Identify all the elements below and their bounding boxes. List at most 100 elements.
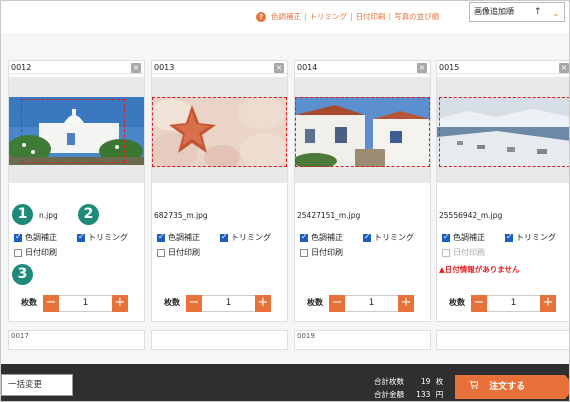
minus-button[interactable]: − <box>186 295 202 312</box>
trimming-checkbox[interactable]: トリミング <box>220 232 271 243</box>
close-icon[interactable]: × <box>274 63 284 73</box>
thumbnail-area <box>295 77 430 183</box>
checkbox-disabled-icon <box>442 248 450 257</box>
date-print-checkbox[interactable]: 日付印刷 <box>300 247 343 258</box>
plus-button[interactable]: + <box>540 295 556 312</box>
date-warning: ▲日付情報がありません <box>439 265 520 274</box>
plus-button[interactable]: + <box>255 295 271 312</box>
checkbox-label: 色調補正 <box>25 233 57 242</box>
quantity-input[interactable]: 1 <box>59 295 112 312</box>
close-icon[interactable]: × <box>559 63 569 73</box>
separator: | <box>304 12 307 21</box>
date-print-checkbox: 日付印刷 <box>442 247 485 258</box>
checkbox-label: トリミング <box>374 233 414 242</box>
thumbnail-area <box>437 77 569 183</box>
close-icon[interactable]: × <box>131 63 141 73</box>
quantity-input[interactable]: 1 <box>345 295 398 312</box>
total-count-row: 合計枚数 19 枚 <box>374 375 443 388</box>
guide-badge-1: 1 <box>12 204 33 225</box>
order-button[interactable]: 注文する <box>455 375 569 399</box>
help-link-date-print[interactable]: 日付印刷 <box>356 11 386 22</box>
close-icon[interactable]: × <box>417 63 427 73</box>
cart-icon <box>469 375 479 399</box>
footer-bar: 一括変更 合計枚数 19 枚 合計金額 133 円 注文する <box>1 364 569 401</box>
photo-card-0014: 0014 × 25427151_m.jpg ✓ 色調補正 ✓ トリミング 日付印… <box>294 60 431 322</box>
checkbox-checked-icon[interactable] <box>442 232 450 242</box>
file-name: 682735_m.jpg <box>154 211 208 220</box>
color-correction-checkbox[interactable]: 色調補正 <box>14 232 57 243</box>
file-name: 25556942_m.jpg <box>439 211 503 220</box>
photo-card-partial <box>436 330 569 350</box>
total-amount-label: 合計金額 <box>374 390 404 399</box>
quantity-input[interactable]: 1 <box>202 295 255 312</box>
color-correction-checkbox[interactable]: 色調補正 <box>442 232 485 243</box>
trim-frame[interactable] <box>439 97 569 167</box>
quantity-label: 枚数 <box>449 298 465 307</box>
trimming-checkbox[interactable]: トリミング <box>363 232 414 243</box>
checkbox-label: 日付印刷 <box>168 248 200 257</box>
thumbnail-area <box>152 77 287 183</box>
checkbox-label: トリミング <box>231 233 271 242</box>
checkbox-label: トリミング <box>88 233 128 242</box>
sort-value: 画像追加順 <box>474 7 514 16</box>
checkbox-checked-icon[interactable] <box>157 232 165 242</box>
checkbox-label: 色調補正 <box>168 233 200 242</box>
plus-button[interactable]: + <box>398 295 414 312</box>
minus-button[interactable]: − <box>329 295 345 312</box>
quantity-stepper: 枚数 − 1 + <box>295 295 432 313</box>
color-correction-checkbox[interactable]: 色調補正 <box>300 232 343 243</box>
separator: | <box>350 12 353 21</box>
photo-card-partial: 0017 <box>8 330 145 350</box>
total-amount-row: 合計金額 133 円 <box>374 388 443 401</box>
photo-number: 0012 <box>9 61 144 74</box>
plus-button[interactable]: + <box>112 295 128 312</box>
checkbox-label: 日付印刷 <box>311 248 343 257</box>
checkbox-unchecked-icon[interactable] <box>157 248 165 257</box>
total-count-label: 合計枚数 <box>374 377 404 386</box>
trimming-checkbox[interactable]: トリミング <box>77 232 128 243</box>
total-count-unit: 枚 <box>435 377 444 386</box>
chevron-down-icon[interactable]: ⌄ <box>552 5 564 19</box>
quantity-input[interactable]: 1 <box>487 295 540 312</box>
checkbox-checked-icon[interactable] <box>220 232 228 242</box>
trim-frame[interactable] <box>21 99 125 163</box>
sort-direction-icon[interactable]: ↑ <box>534 3 542 21</box>
date-print-checkbox[interactable]: 日付印刷 <box>157 247 200 258</box>
quantity-label: 枚数 <box>21 298 37 307</box>
top-bar: ? 色調補正 | トリミング | 日付印刷 | 写真の並び順 画像追加順 ↑ ⌄ <box>1 1 569 33</box>
checkbox-checked-icon[interactable] <box>300 232 308 242</box>
checkbox-label: 色調補正 <box>311 233 343 242</box>
sort-select[interactable]: 画像追加順 ↑ ⌄ <box>469 2 565 22</box>
trimming-checkbox[interactable]: トリミング <box>505 232 556 243</box>
photo-thumbnail[interactable] <box>9 97 144 165</box>
bulk-change-button[interactable]: 一括変更 <box>1 374 73 396</box>
checkbox-unchecked-icon[interactable] <box>14 248 22 257</box>
quantity-stepper: 枚数 − 1 + <box>9 295 146 313</box>
minus-button[interactable]: − <box>43 295 59 312</box>
photo-thumbnail[interactable] <box>152 97 287 167</box>
color-correction-checkbox[interactable]: 色調補正 <box>157 232 200 243</box>
photo-number: 0014 <box>295 61 430 74</box>
help-link-color-correction[interactable]: 色調補正 <box>271 11 301 22</box>
checkbox-checked-icon[interactable] <box>505 232 513 242</box>
photo-number: 0013 <box>152 61 287 74</box>
trim-frame[interactable] <box>152 97 287 167</box>
help-link-photo-order[interactable]: 写真の並び順 <box>394 11 439 22</box>
photo-thumbnail[interactable] <box>295 97 430 167</box>
checkbox-label: 色調補正 <box>453 233 485 242</box>
checkbox-checked-icon[interactable] <box>14 232 22 242</box>
photo-thumbnail[interactable] <box>437 97 569 167</box>
checkbox-checked-icon[interactable] <box>363 232 371 242</box>
thumbnail-area <box>9 77 144 183</box>
photo-card-partial <box>151 330 288 350</box>
checkbox-checked-icon[interactable] <box>77 232 85 242</box>
photo-order-page: ? 色調補正 | トリミング | 日付印刷 | 写真の並び順 画像追加順 ↑ ⌄… <box>0 0 570 402</box>
photo-card-partial: 0019 <box>294 330 431 350</box>
help-link-trimming[interactable]: トリミング <box>310 11 348 22</box>
date-print-checkbox[interactable]: 日付印刷 <box>14 247 57 258</box>
checkbox-label: トリミング <box>516 233 556 242</box>
file-name: n.jpg <box>39 211 58 220</box>
checkbox-unchecked-icon[interactable] <box>300 248 308 257</box>
trim-frame[interactable] <box>295 97 430 167</box>
minus-button[interactable]: − <box>471 295 487 312</box>
